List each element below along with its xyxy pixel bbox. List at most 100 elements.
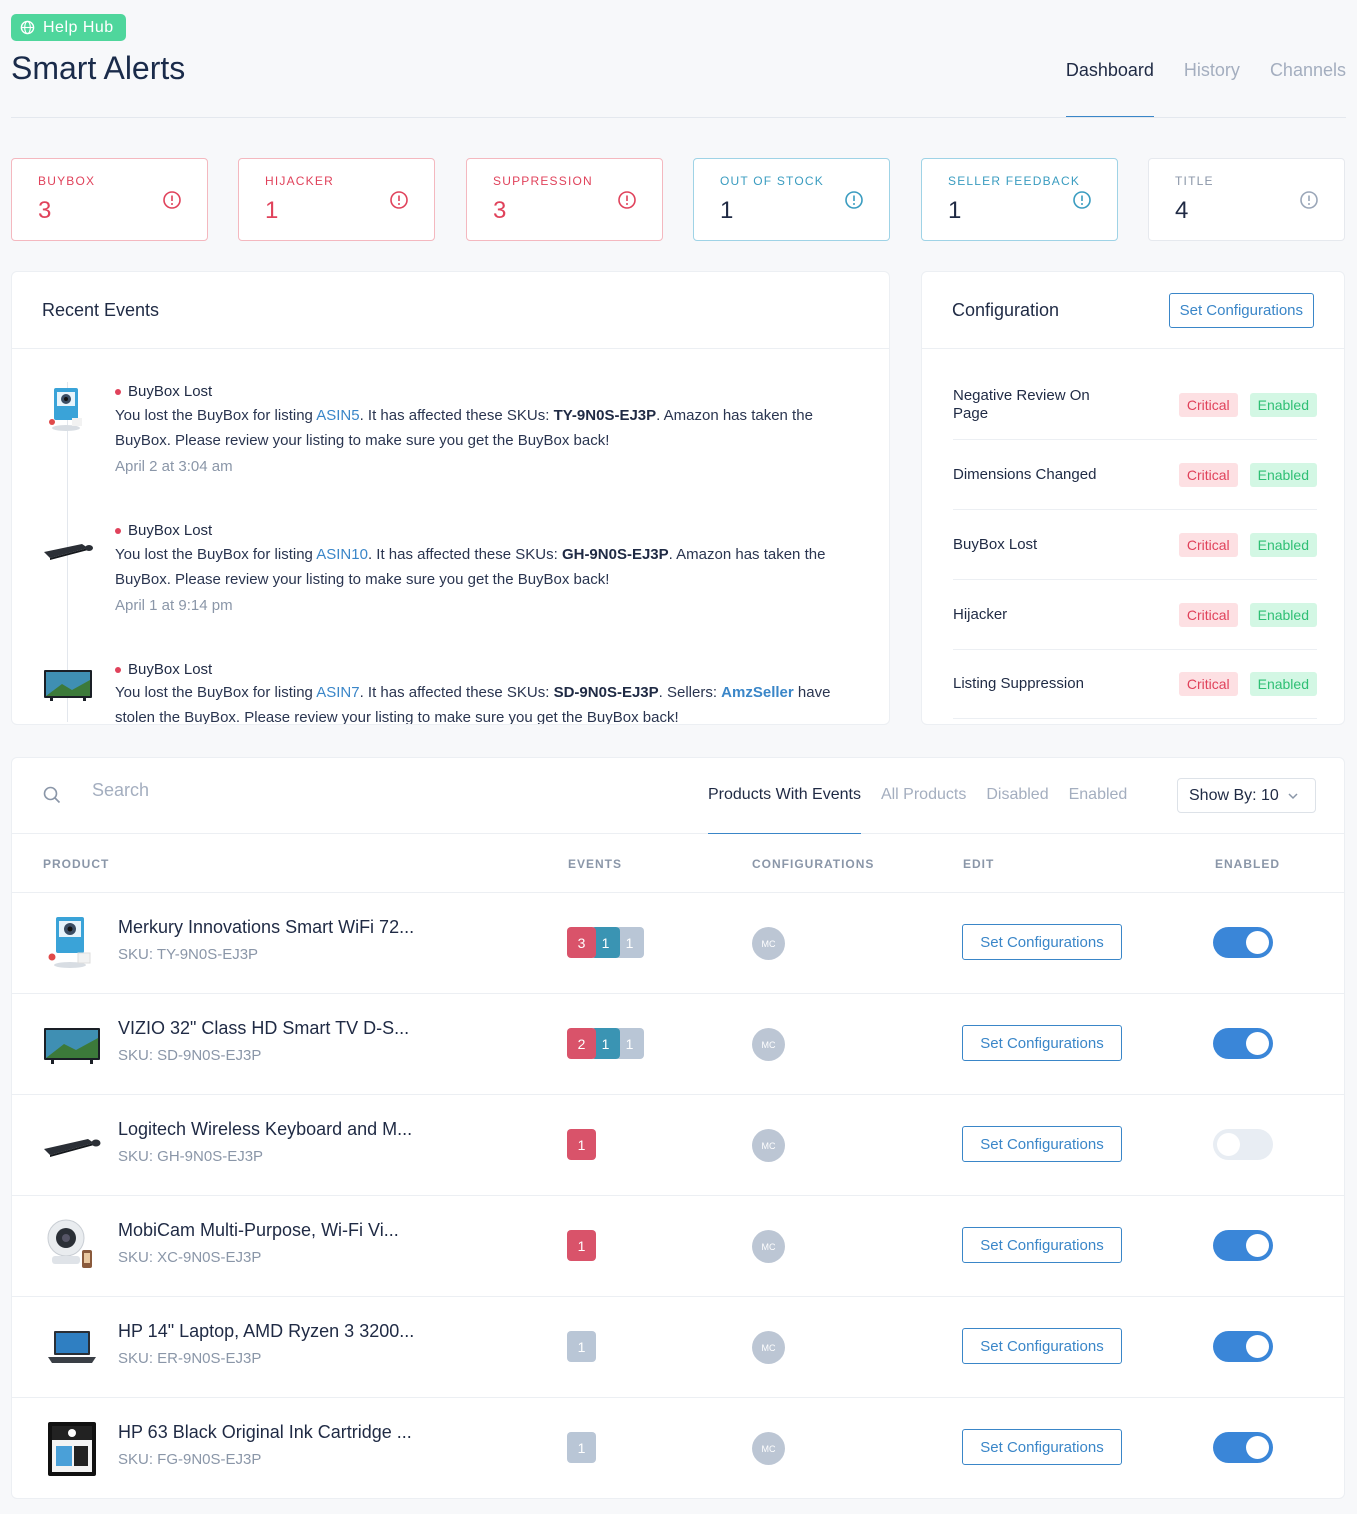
enabled-toggle[interactable] bbox=[1213, 1432, 1273, 1463]
products-panel: Products With Events All Products Disabl… bbox=[11, 757, 1345, 1499]
help-hub-button[interactable]: Help Hub bbox=[11, 14, 126, 41]
table-row[interactable]: Merkury Innovations Smart WiFi 72... SKU… bbox=[12, 893, 1344, 994]
column-header-enabled: ENABLED bbox=[1215, 857, 1281, 871]
asin-link[interactable]: ASIN5 bbox=[316, 407, 359, 424]
event-time: April 1 at 9:14 pm bbox=[115, 597, 233, 614]
table-row[interactable]: HP 14" Laptop, AMD Ryzen 3 3200... SKU: … bbox=[12, 1297, 1344, 1398]
camera-product-image bbox=[48, 917, 91, 968]
config-badges: Critical Enabled bbox=[1178, 532, 1317, 557]
event-title: BuyBox Lost bbox=[115, 383, 212, 400]
tab-products-with-events[interactable]: Products With Events bbox=[708, 786, 861, 834]
enabled-toggle[interactable] bbox=[1213, 927, 1273, 958]
config-row[interactable]: Dimensions Changed Critical Enabled bbox=[953, 440, 1317, 510]
critical-badge: Critical bbox=[1178, 671, 1238, 696]
config-row[interactable]: Listing Suppression Critical Enabled bbox=[953, 649, 1317, 719]
enabled-badge: Enabled bbox=[1249, 392, 1317, 417]
chevron-down-icon bbox=[1288, 792, 1298, 799]
event-text: . It has affected these SKUs: bbox=[359, 407, 554, 424]
config-name: Listing Suppression bbox=[953, 674, 1084, 692]
table-row[interactable]: HP 63 Black Original Ink Cartridge ... S… bbox=[12, 1398, 1344, 1498]
config-badges: Critical Enabled bbox=[1178, 392, 1317, 417]
tv-product-image bbox=[44, 1028, 100, 1064]
configuration-title: Configuration bbox=[952, 299, 1060, 320]
set-configurations-button[interactable]: Set Configurations bbox=[962, 1429, 1122, 1465]
product-name[interactable]: Merkury Innovations Smart WiFi 72... bbox=[118, 917, 414, 938]
product-name[interactable]: MobiCam Multi-Purpose, Wi-Fi Vi... bbox=[118, 1220, 399, 1241]
critical-dot bbox=[115, 388, 121, 395]
ink-cartridge-product-image bbox=[48, 1422, 96, 1476]
stat-label: SUPPRESSION bbox=[493, 174, 593, 188]
critical-badge: Critical bbox=[1178, 602, 1238, 627]
config-badges: Critical Enabled bbox=[1178, 671, 1317, 696]
set-configurations-button[interactable]: Set Configurations bbox=[1168, 292, 1314, 328]
event-badges: 1 bbox=[567, 1432, 596, 1463]
camera-product-image bbox=[49, 388, 82, 431]
column-header-product: PRODUCT bbox=[43, 857, 110, 871]
tab-enabled[interactable]: Enabled bbox=[1069, 786, 1128, 834]
event-title-text: BuyBox Lost bbox=[128, 661, 213, 678]
stat-label: HIJACKER bbox=[265, 174, 334, 188]
config-avatar: MC bbox=[752, 1028, 785, 1061]
alert-circle-icon bbox=[163, 191, 181, 209]
sku-code: SD-9N0S-EJ3P bbox=[553, 684, 659, 701]
event-time: April 2 at 3:04 am bbox=[115, 458, 233, 475]
tab-dashboard[interactable]: Dashboard bbox=[1065, 60, 1154, 117]
tab-all-products[interactable]: All Products bbox=[881, 786, 966, 834]
asin-link[interactable]: ASIN7 bbox=[316, 684, 359, 701]
config-avatar: MC bbox=[752, 1129, 785, 1162]
product-name[interactable]: Logitech Wireless Keyboard and M... bbox=[118, 1119, 412, 1140]
product-name[interactable]: HP 14" Laptop, AMD Ryzen 3 3200... bbox=[118, 1321, 414, 1342]
enabled-toggle[interactable] bbox=[1213, 1331, 1273, 1362]
config-row[interactable]: Negative Review On Page Critical Enabled bbox=[953, 370, 1317, 440]
search-input[interactable] bbox=[92, 780, 392, 801]
set-configurations-button[interactable]: Set Configurations bbox=[962, 1328, 1122, 1364]
config-avatar: MC bbox=[752, 927, 785, 960]
table-row[interactable]: MobiCam Multi-Purpose, Wi-Fi Vi... SKU: … bbox=[12, 1196, 1344, 1297]
low-count-badge: 1 bbox=[567, 1432, 596, 1463]
critical-badge: Critical bbox=[1178, 532, 1238, 557]
asin-link[interactable]: ASIN10 bbox=[316, 546, 368, 563]
column-header-edit: EDIT bbox=[963, 857, 995, 871]
show-by-select[interactable]: Show By: 10 bbox=[1177, 778, 1316, 813]
product-name[interactable]: VIZIO 32" Class HD Smart TV D-S... bbox=[118, 1018, 409, 1039]
toggle-knob bbox=[1217, 1133, 1240, 1156]
event-badges: 1 bbox=[567, 1129, 596, 1160]
tab-history[interactable]: History bbox=[1184, 60, 1240, 117]
stat-card-title[interactable]: TITLE 4 bbox=[1148, 158, 1345, 241]
config-row[interactable]: Hijacker Critical Enabled bbox=[953, 580, 1317, 650]
laptop-product-image bbox=[48, 1331, 96, 1363]
config-row[interactable]: BuyBox Lost Critical Enabled bbox=[953, 510, 1317, 580]
table-header: PRODUCT EVENTS CONFIGURATIONS EDIT ENABL… bbox=[12, 835, 1344, 893]
critical-count-badge: 2 bbox=[567, 1028, 596, 1059]
stat-label: OUT OF STOCK bbox=[720, 174, 824, 188]
alert-circle-icon bbox=[390, 191, 408, 209]
stat-label: SELLER FEEDBACK bbox=[948, 174, 1081, 188]
product-name[interactable]: HP 63 Black Original Ink Cartridge ... bbox=[118, 1422, 412, 1443]
table-row[interactable]: Logitech Wireless Keyboard and M... SKU:… bbox=[12, 1095, 1344, 1196]
tab-disabled[interactable]: Disabled bbox=[986, 786, 1048, 834]
tab-channels[interactable]: Channels bbox=[1270, 60, 1346, 117]
enabled-toggle[interactable] bbox=[1213, 1230, 1273, 1261]
set-configurations-button[interactable]: Set Configurations bbox=[962, 1126, 1122, 1162]
set-configurations-button[interactable]: Set Configurations bbox=[962, 1227, 1122, 1263]
stat-value: 1 bbox=[265, 197, 279, 224]
set-configurations-button[interactable]: Set Configurations bbox=[962, 924, 1122, 960]
toggle-knob bbox=[1246, 1032, 1269, 1055]
table-row[interactable]: VIZIO 32" Class HD Smart TV D-S... SKU: … bbox=[12, 994, 1344, 1095]
stat-card-hijacker[interactable]: HIJACKER 1 bbox=[238, 158, 435, 241]
enabled-toggle[interactable] bbox=[1213, 1028, 1273, 1059]
seller-link[interactable]: AmzSeller bbox=[721, 684, 794, 701]
recent-events-panel: Recent Events BuyBox Lost You lost the B… bbox=[11, 271, 890, 725]
stat-card-out-of-stock[interactable]: OUT OF STOCK 1 bbox=[693, 158, 890, 241]
enabled-badge: Enabled bbox=[1249, 671, 1317, 696]
enabled-toggle[interactable] bbox=[1213, 1129, 1273, 1160]
set-configurations-button[interactable]: Set Configurations bbox=[962, 1025, 1122, 1061]
stat-card-buybox[interactable]: BUYBOX 3 bbox=[11, 158, 208, 241]
event-title: BuyBox Lost bbox=[115, 661, 212, 678]
critical-badge: Critical bbox=[1178, 392, 1238, 417]
stat-card-seller-feedback[interactable]: SELLER FEEDBACK 1 bbox=[921, 158, 1118, 241]
info-circle-icon bbox=[1300, 191, 1318, 209]
stat-card-suppression[interactable]: SUPPRESSION 3 bbox=[466, 158, 663, 241]
event-text: . It has affected these SKUs: bbox=[359, 684, 554, 701]
toggle-knob bbox=[1246, 1234, 1269, 1257]
